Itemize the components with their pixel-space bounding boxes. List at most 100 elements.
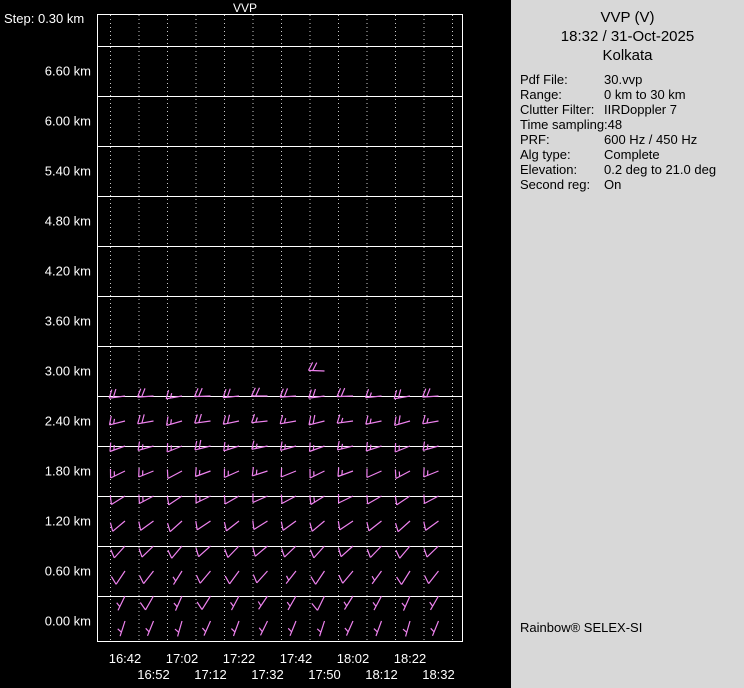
wind-barb xyxy=(394,415,411,426)
wind-barb xyxy=(195,570,211,584)
wind-barb xyxy=(222,414,240,425)
wind-barb xyxy=(251,440,268,450)
wind-barb xyxy=(287,620,297,637)
wind-barbs xyxy=(108,362,440,637)
x-tick-label: 17:50 xyxy=(308,667,341,682)
wind-barb xyxy=(172,570,183,585)
wind-barb xyxy=(166,495,183,506)
panel-site: Kolkata xyxy=(602,47,653,64)
wind-barb xyxy=(311,595,326,611)
wind-barb xyxy=(281,545,297,558)
wind-barb xyxy=(309,545,325,559)
wind-barb xyxy=(371,570,382,585)
wind-barb xyxy=(344,620,354,636)
param-label: Range: xyxy=(520,87,562,102)
wind-barb xyxy=(372,595,383,611)
wind-barb xyxy=(224,570,240,585)
wind-barb xyxy=(394,442,411,453)
wind-barb xyxy=(109,520,126,532)
param-row-pdf-file: Pdf File: 30.vvp xyxy=(520,72,744,87)
wind-barb xyxy=(401,595,411,611)
wind-barb xyxy=(109,468,126,479)
param-label: Pdf File: xyxy=(520,72,568,87)
wind-barb xyxy=(394,469,411,480)
wind-barb xyxy=(423,467,439,478)
wind-barb xyxy=(145,620,155,637)
chart-title: VVP xyxy=(233,1,257,15)
y-tick-label: 1.80 km xyxy=(45,464,91,479)
x-tick-label: 18:12 xyxy=(365,667,398,682)
param-label: Time sampling: xyxy=(520,117,608,132)
wind-barb xyxy=(394,495,411,506)
wind-barb xyxy=(316,620,326,637)
wind-barb xyxy=(196,595,212,610)
wind-barb xyxy=(195,493,211,504)
wind-barb xyxy=(336,387,354,398)
wind-barb xyxy=(138,520,154,531)
param-value: 0.2 deg to 21.0 deg xyxy=(604,162,717,177)
param-row-alg-type: Alg type: Complete xyxy=(520,147,744,162)
step-label: Step: 0.30 km xyxy=(4,11,84,26)
wind-barb xyxy=(257,595,268,610)
param-label: PRF: xyxy=(520,132,550,147)
wind-barb xyxy=(138,494,154,505)
param-label: Elevation: xyxy=(520,162,578,177)
wind-barb xyxy=(421,388,439,398)
param-label: Alg type: xyxy=(520,147,571,162)
wind-barb xyxy=(252,545,268,557)
y-tick-label: 1.20 km xyxy=(45,514,91,529)
wind-barb xyxy=(167,545,183,559)
param-value: 0 km to 30 km xyxy=(604,87,686,102)
wind-barb xyxy=(365,415,382,425)
wind-barb xyxy=(422,441,439,451)
wind-barb xyxy=(423,545,439,558)
wind-barb xyxy=(194,439,211,451)
vvp-window: VVP Step: 0.30 km 6.60 km 6.00 km 5.40 k… xyxy=(0,0,744,688)
wind-barb xyxy=(138,545,154,558)
param-label: Second reg: xyxy=(520,177,591,192)
param-value: IIRDoppler 7 xyxy=(604,102,677,117)
wind-barb xyxy=(279,414,297,425)
wind-barb xyxy=(366,520,382,532)
wind-barb xyxy=(250,387,268,397)
y-tick-label: 5.40 km xyxy=(45,164,91,179)
wind-barb xyxy=(343,595,354,610)
y-tick-label: 3.60 km xyxy=(45,314,91,329)
wind-barb xyxy=(280,520,297,531)
x-tick-label: 18:22 xyxy=(394,651,427,666)
wind-barb xyxy=(366,545,382,558)
info-panel: VVP (V) 18:32 / 31-Oct-2025 Kolkata Pdf … xyxy=(511,0,744,688)
panel-title: VVP (V) xyxy=(600,9,655,26)
wind-barb xyxy=(166,442,183,453)
param-row-elevation: Elevation: 0.2 deg to 21.0 deg xyxy=(520,162,744,177)
wind-barb xyxy=(393,389,411,400)
wind-barb xyxy=(286,595,297,611)
wind-barb xyxy=(110,570,126,585)
wind-barb xyxy=(173,595,183,611)
param-value: On xyxy=(604,177,622,192)
wind-barb xyxy=(251,414,268,424)
wind-barb xyxy=(280,441,297,451)
wind-barb xyxy=(373,620,383,637)
wind-barb xyxy=(258,620,269,636)
wind-barb xyxy=(279,388,297,398)
y-tick-label: 4.20 km xyxy=(45,264,91,279)
wind-barb xyxy=(252,493,268,504)
param-row-range: Range: 0 km to 30 km xyxy=(520,87,744,102)
wind-barb xyxy=(110,545,126,559)
wind-barb xyxy=(308,414,325,426)
vvp-chart: VVP Step: 0.30 km 6.60 km 6.00 km 5.40 k… xyxy=(4,1,463,682)
wind-barb xyxy=(117,620,126,637)
wind-barb xyxy=(166,469,183,480)
wind-barb xyxy=(310,570,325,585)
wind-barb xyxy=(337,493,354,504)
brand-footer: Rainbow® SELEX-SI xyxy=(520,620,643,635)
wind-barb xyxy=(307,362,325,372)
wind-barb xyxy=(166,520,183,533)
param-value: 48 xyxy=(607,117,623,132)
param-value: 600 Hz / 450 Hz xyxy=(604,132,698,147)
wind-barb xyxy=(139,570,154,584)
y-tick-label: 6.60 km xyxy=(45,64,91,79)
wind-barb xyxy=(195,520,211,531)
wind-barb xyxy=(309,520,325,532)
